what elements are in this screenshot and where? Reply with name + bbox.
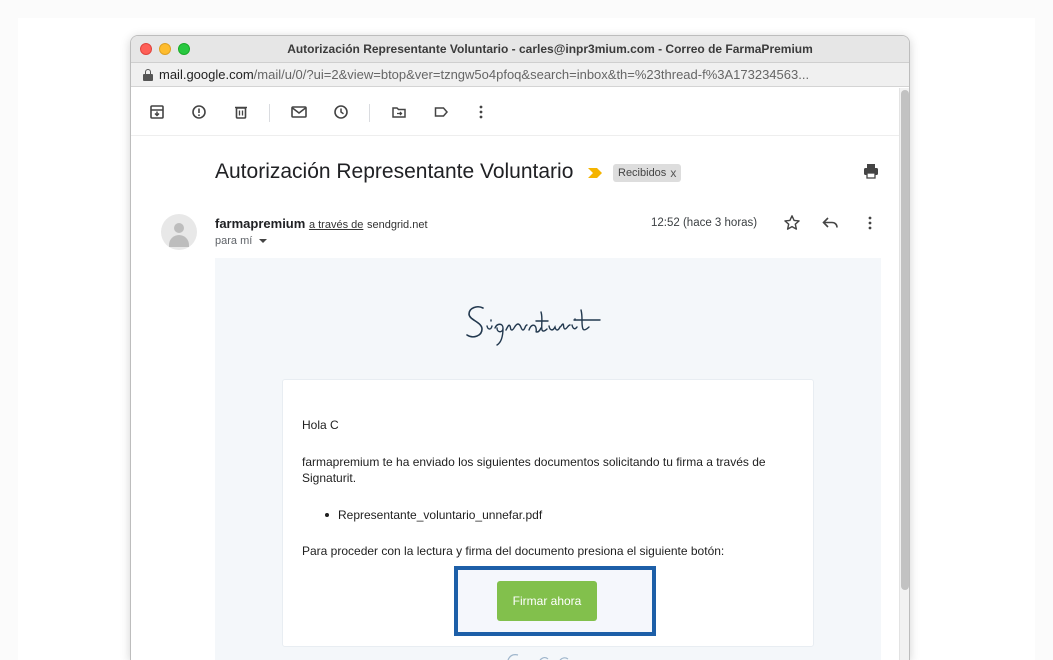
close-window-button[interactable]	[140, 43, 152, 55]
delete-icon[interactable]	[229, 100, 253, 124]
archive-icon[interactable]	[145, 100, 169, 124]
sender-avatar	[161, 214, 197, 250]
inbox-label-chip: Recibidos x	[613, 164, 682, 182]
recipient-line[interactable]: para mí	[215, 235, 268, 247]
more-vert-icon[interactable]	[469, 100, 493, 124]
email-time: 12:52 (hace 3 horas)	[651, 217, 758, 229]
label-name: Recibidos	[618, 167, 667, 179]
more-options-icon[interactable]	[859, 212, 881, 234]
chevron-down-icon[interactable]	[258, 237, 268, 245]
intro-paragraph: farmapremium te ha enviado los siguiente…	[302, 455, 766, 485]
importance-marker-icon[interactable]	[587, 166, 603, 184]
minimize-window-button[interactable]	[159, 43, 171, 55]
document-list-item: Representante_voluntario_unnefar.pdf	[325, 508, 542, 522]
mark-unread-icon[interactable]	[287, 100, 311, 124]
message-toolbar	[131, 88, 901, 136]
move-to-icon[interactable]	[387, 100, 411, 124]
remove-label-button[interactable]: x	[670, 166, 676, 180]
signaturit-logo	[459, 296, 609, 357]
snooze-icon[interactable]	[329, 100, 353, 124]
document-name: Representante_voluntario_unnefar.pdf	[338, 508, 543, 522]
label-icon[interactable]	[429, 100, 453, 124]
window-controls	[140, 43, 190, 55]
footer-logo-fragment	[507, 654, 569, 660]
greeting-text: Hola C	[302, 418, 339, 432]
via-domain: sendgrid.net	[366, 219, 428, 231]
reply-icon[interactable]	[819, 212, 841, 234]
address-bar[interactable]: mail.google.com/mail/u/0/?ui=2&view=btop…	[131, 63, 909, 87]
lock-icon	[143, 69, 153, 81]
instruction-paragraph: Para proceder con la lectura y firma del…	[302, 544, 725, 558]
toolbar-separator	[369, 104, 370, 122]
print-icon[interactable]	[862, 162, 880, 185]
scrollbar-thumb[interactable]	[901, 90, 909, 590]
vertical-scrollbar[interactable]	[899, 88, 909, 660]
via-link[interactable]: a través de	[309, 219, 363, 231]
report-spam-icon[interactable]	[187, 100, 211, 124]
recipient-text: para mí	[215, 235, 253, 247]
sender-name: farmapremium	[215, 216, 306, 231]
sign-now-button[interactable]: Firmar ahora	[497, 581, 597, 621]
sender-line: farmapremium a través de sendgrid.net	[215, 216, 428, 231]
email-subject: Autorización Representante Voluntario	[215, 160, 574, 183]
toolbar-separator	[269, 104, 270, 122]
url-text[interactable]: mail.google.com/mail/u/0/?ui=2&view=btop…	[159, 67, 901, 82]
window-title: Autorización Representante Voluntario - …	[287, 42, 813, 56]
bullet-icon	[325, 512, 329, 517]
zoom-window-button[interactable]	[178, 43, 190, 55]
star-icon[interactable]	[781, 212, 803, 234]
title-bar: Autorización Representante Voluntario - …	[131, 36, 909, 63]
